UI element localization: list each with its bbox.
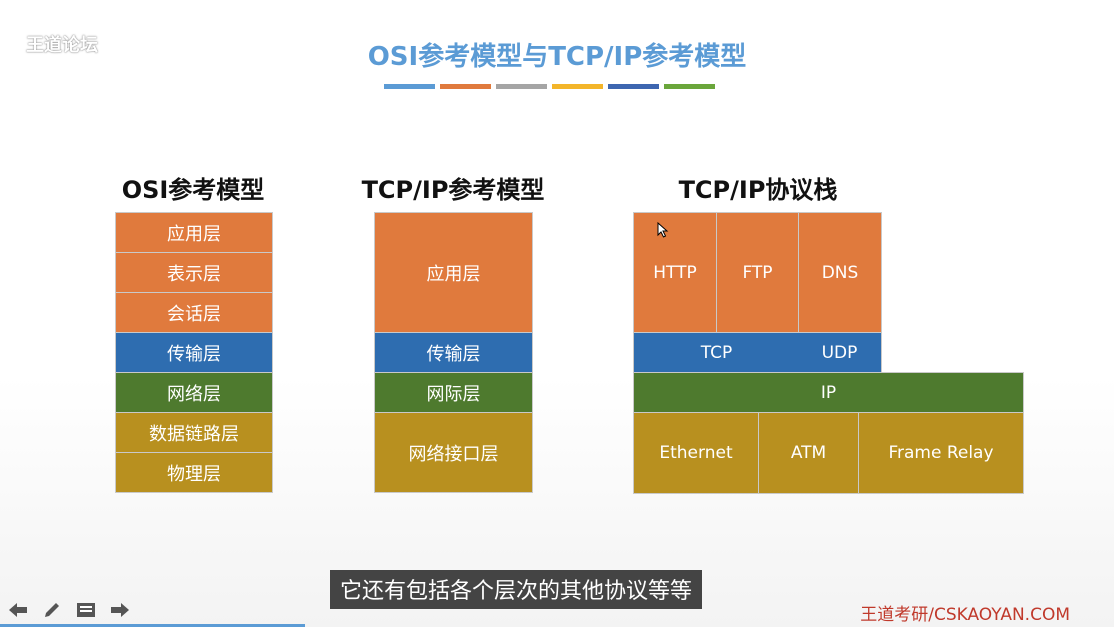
tcpip-stack-heading: TCP/IP协议栈 bbox=[678, 176, 838, 204]
protocol-dns: DNS bbox=[798, 212, 882, 333]
protocol-tcp: TCP bbox=[633, 332, 799, 373]
color-bar bbox=[496, 84, 547, 89]
osi-layer-datalink: 数据链路层 bbox=[115, 412, 273, 453]
color-bar bbox=[552, 84, 603, 89]
osi-layer-application: 应用层 bbox=[115, 212, 273, 253]
osi-layer-presentation: 表示层 bbox=[115, 252, 273, 293]
brand-footer: 王道考研/CSKAOYAN.COM bbox=[860, 605, 1070, 625]
osi-heading: OSI参考模型 bbox=[121, 176, 265, 204]
protocol-frame-relay: Frame Relay bbox=[858, 412, 1024, 494]
mouse-cursor-icon bbox=[657, 222, 669, 238]
color-bar bbox=[664, 84, 715, 89]
osi-layer-session: 会话层 bbox=[115, 292, 273, 333]
slide-toolbar bbox=[6, 600, 132, 620]
tcpip-layer-transport: 传输层 bbox=[374, 332, 533, 373]
tcpip-layer-network-interface: 网络接口层 bbox=[374, 412, 533, 493]
protocol-ftp: FTP bbox=[716, 212, 799, 333]
video-subtitle: 它还有包括各个层次的其他协议等等 bbox=[330, 570, 703, 609]
color-bar bbox=[608, 84, 659, 89]
color-bar bbox=[440, 84, 491, 89]
osi-layer-physical: 物理层 bbox=[115, 452, 273, 493]
tcpip-layer-internet: 网际层 bbox=[374, 372, 533, 413]
protocol-ip: IP bbox=[633, 372, 1024, 413]
slide-title: OSI参考模型与TCP/IP参考模型 bbox=[367, 42, 747, 72]
protocol-http: HTTP bbox=[633, 212, 717, 333]
osi-layer-network: 网络层 bbox=[115, 372, 273, 413]
tcpip-layer-application: 应用层 bbox=[374, 212, 533, 333]
osi-layer-transport: 传输层 bbox=[115, 332, 273, 373]
pen-icon[interactable] bbox=[40, 600, 64, 620]
arrow-left-icon[interactable] bbox=[6, 600, 30, 620]
protocol-udp: UDP bbox=[798, 332, 882, 373]
color-bar bbox=[384, 84, 435, 89]
tcpip-model-heading: TCP/IP参考模型 bbox=[361, 176, 545, 204]
arrow-right-icon[interactable] bbox=[108, 600, 132, 620]
notes-icon[interactable] bbox=[74, 600, 98, 620]
protocol-atm: ATM bbox=[758, 412, 859, 494]
protocol-ethernet: Ethernet bbox=[633, 412, 759, 494]
